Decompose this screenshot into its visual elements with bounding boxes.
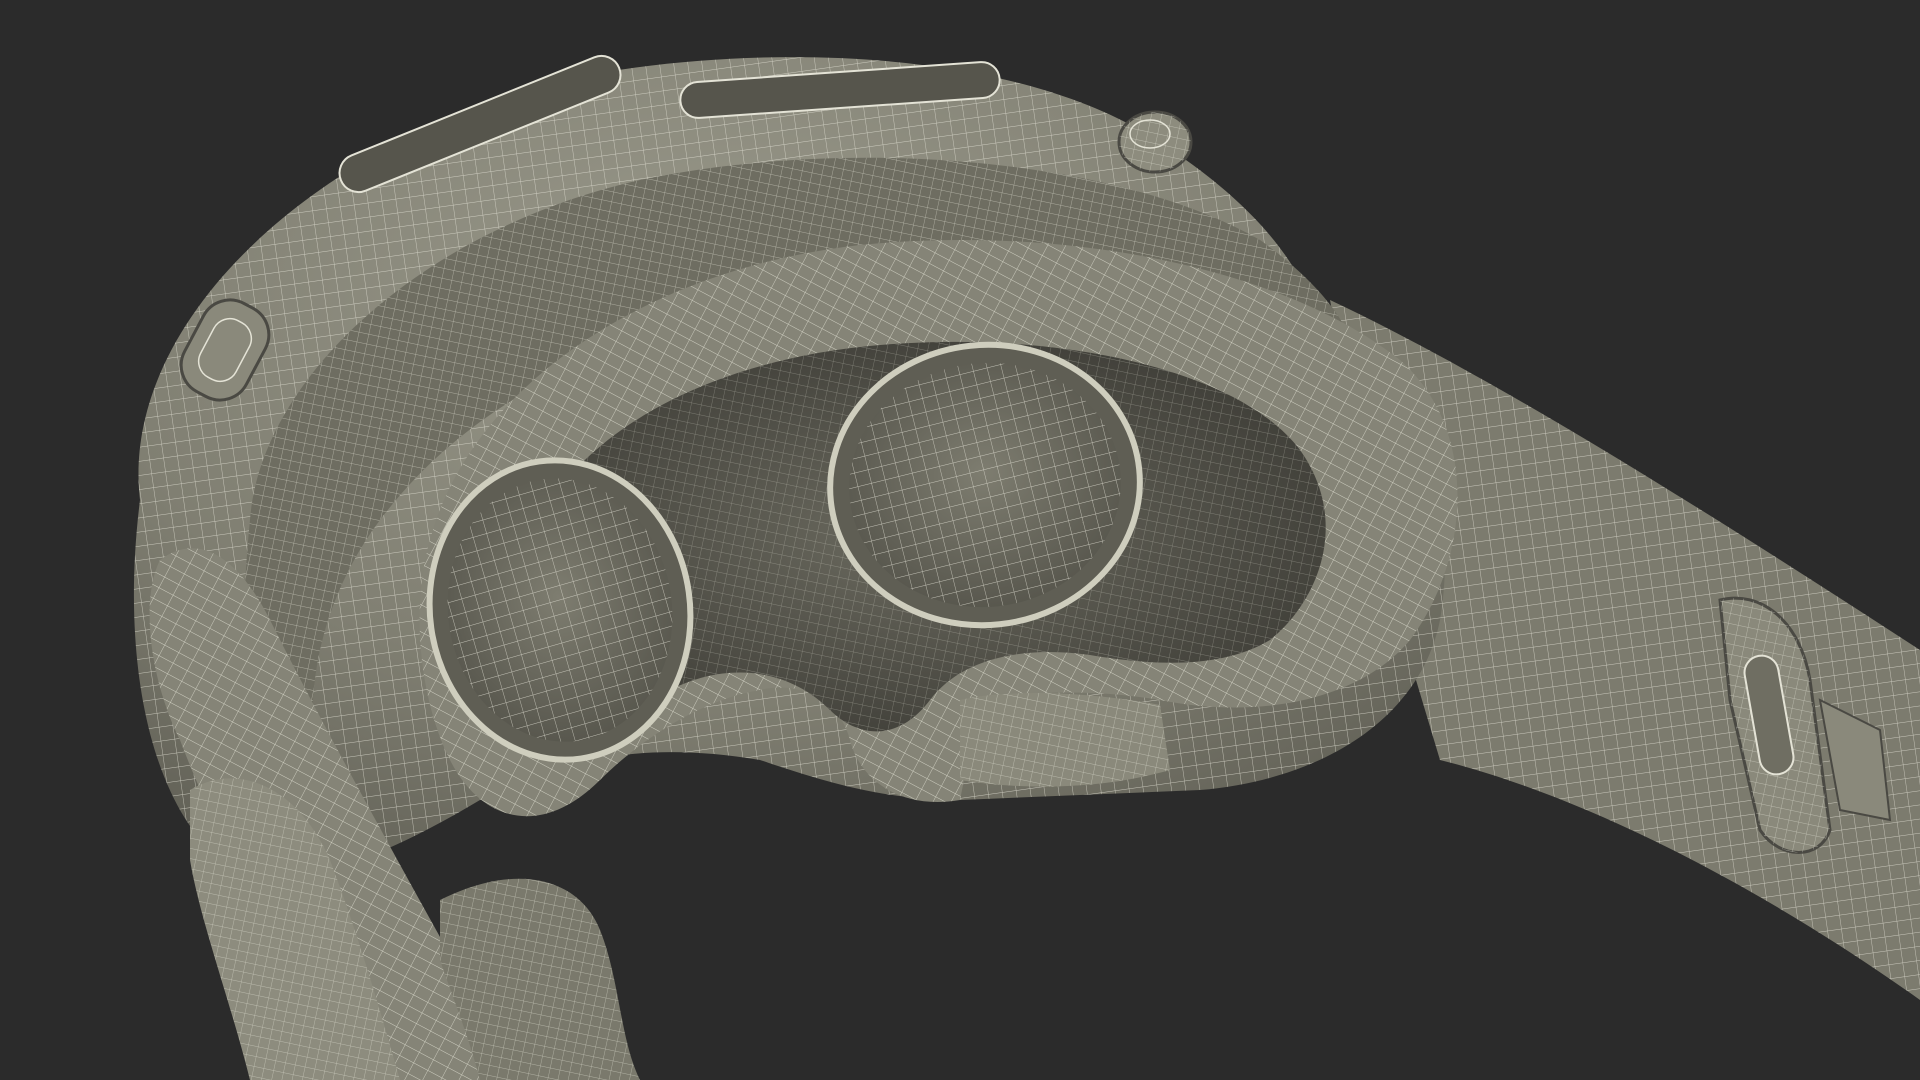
button-icon xyxy=(1117,110,1193,174)
headset-render-scene xyxy=(0,0,1920,1080)
